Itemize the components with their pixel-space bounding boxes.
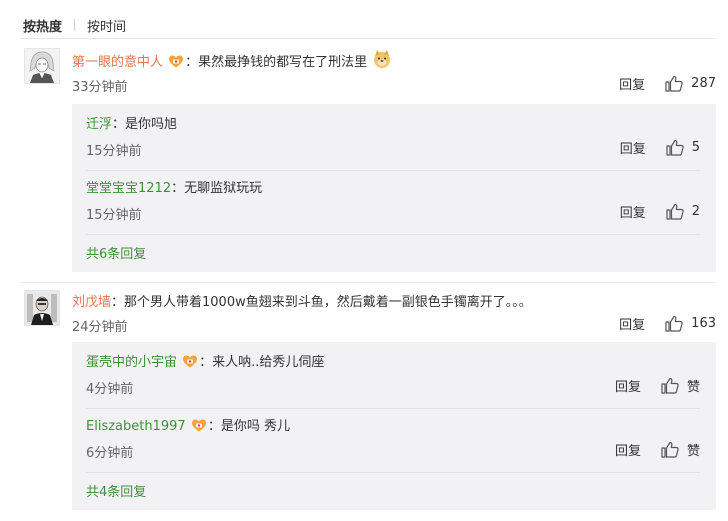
- sort-by-time-tab[interactable]: 按时间: [87, 16, 126, 35]
- reply-username[interactable]: 迁浮: [86, 117, 112, 132]
- more-replies-link[interactable]: 共6条回复: [86, 243, 146, 262]
- comment-username[interactable]: 第一眼的意中人: [72, 55, 163, 70]
- reply-list: 迁浮：是你吗旭 15分钟前 回复 5 堂堂宝宝1212：无聊监狱玩玩 15分钟前…: [72, 104, 716, 272]
- like-button[interactable]: 5: [666, 139, 700, 156]
- reply-divider: [86, 472, 700, 473]
- comment-body: ：那个男人带着1000w鱼翅来到斗鱼，然后戴着一副银色手镯离开了。。。: [111, 295, 532, 310]
- reply-text-line: 堂堂宝宝1212：无聊监狱玩玩: [86, 177, 262, 196]
- like-button[interactable]: 赞: [661, 376, 700, 395]
- thumbs-up-icon: [665, 75, 683, 92]
- comment-item: 刘戊墙：那个男人带着1000w鱼翅来到斗鱼，然后戴着一副银色手镯离开了。。。 2…: [20, 288, 716, 514]
- sort-divider: [74, 19, 76, 31]
- reply-item: 蛋壳中的小宇宙 ：来人呐..给秀儿伺座 4分钟前 回复 赞: [86, 351, 700, 401]
- reply-username[interactable]: Eliszabeth1997: [86, 419, 186, 434]
- thumbs-up-icon: [666, 203, 684, 220]
- vip-badge-icon: [182, 354, 198, 373]
- reply-body: ：来人呐..给秀儿伺座: [199, 355, 325, 370]
- reply-username[interactable]: 堂堂宝宝1212: [86, 181, 171, 196]
- reply-time: 6分钟前: [86, 446, 134, 461]
- reply-divider: [86, 408, 700, 409]
- reply-item: 迁浮：是你吗旭 15分钟前 回复 5: [86, 113, 700, 163]
- vip-badge-icon: [191, 418, 207, 437]
- comment-actions: 回复 287: [619, 74, 716, 93]
- comment-text-line: 第一眼的意中人 ：果然最挣钱的都写在了刑法里: [72, 49, 393, 73]
- thumbs-up-icon: [661, 441, 679, 458]
- comment-item: 第一眼的意中人 ：果然最挣钱的都写在了刑法里 33分钟前 回复 287 迁浮：是…: [20, 46, 716, 272]
- reply-button[interactable]: 回复: [619, 314, 645, 333]
- sort-divider-line: [20, 38, 716, 39]
- more-replies-link[interactable]: 共4条回复: [86, 481, 146, 500]
- reply-body: ：是你吗旭: [112, 117, 178, 132]
- like-button[interactable]: 163: [665, 315, 716, 332]
- comment-divider: [20, 282, 716, 283]
- like-button[interactable]: 2: [666, 203, 700, 220]
- reply-list: 蛋壳中的小宇宙 ：来人呐..给秀儿伺座 4分钟前 回复 赞 Eliszabeth…: [72, 342, 716, 510]
- comment-username[interactable]: 刘戊墙: [72, 295, 111, 310]
- reply-divider: [86, 234, 700, 235]
- thumbs-up-icon: [666, 139, 684, 156]
- reply-text-line: 迁浮：是你吗旭: [86, 113, 177, 132]
- reply-text-line: 蛋壳中的小宇宙 ：来人呐..给秀儿伺座: [86, 351, 324, 373]
- reply-text-line: Eliszabeth1997 ：是你吗 秀儿: [86, 415, 290, 437]
- reply-username[interactable]: 蛋壳中的小宇宙: [86, 355, 177, 370]
- comment-actions: 回复 163: [619, 314, 716, 333]
- reply-time: 4分钟前: [86, 382, 134, 397]
- comment-body: ：果然最挣钱的都写在了刑法里: [185, 55, 368, 70]
- sort-by-hot-tab[interactable]: 按热度: [23, 16, 62, 35]
- reply-button[interactable]: 回复: [615, 440, 641, 459]
- reply-item: 堂堂宝宝1212：无聊监狱玩玩 15分钟前 回复 2: [86, 177, 700, 227]
- comment-time: 24分钟前: [72, 320, 128, 335]
- like-count: 赞: [686, 444, 700, 459]
- reply-actions: 回复 赞: [615, 440, 700, 459]
- like-button[interactable]: 赞: [661, 440, 700, 459]
- like-count: 赞: [686, 380, 700, 395]
- like-count: 287: [691, 76, 716, 91]
- comment-time: 33分钟前: [72, 80, 128, 95]
- comment-text-line: 刘戊墙：那个男人带着1000w鱼翅来到斗鱼，然后戴着一副银色手镯离开了。。。: [72, 291, 532, 310]
- reply-body: ：无聊监狱玩玩: [171, 181, 263, 196]
- reply-actions: 回复 2: [620, 202, 700, 221]
- reply-actions: 回复 5: [620, 138, 700, 157]
- like-button[interactable]: 287: [665, 75, 716, 92]
- thumbs-up-icon: [661, 377, 679, 394]
- reply-button[interactable]: 回复: [620, 138, 646, 157]
- reply-item: Eliszabeth1997 ：是你吗 秀儿 6分钟前 回复 赞: [86, 415, 700, 465]
- avatar[interactable]: [24, 290, 60, 326]
- like-count: 5: [691, 140, 700, 155]
- reply-button[interactable]: 回复: [619, 74, 645, 93]
- vip-badge-icon: [168, 54, 184, 73]
- reply-time: 15分钟前: [86, 144, 142, 159]
- reply-divider: [86, 170, 700, 171]
- avatar[interactable]: [24, 48, 60, 84]
- reply-time: 15分钟前: [86, 208, 142, 223]
- doge-emoji-icon: [372, 49, 392, 73]
- like-count: 163: [691, 316, 716, 331]
- reply-body: ：是你吗 秀儿: [207, 419, 290, 434]
- thumbs-up-icon: [665, 315, 683, 332]
- reply-button[interactable]: 回复: [615, 376, 641, 395]
- reply-button[interactable]: 回复: [620, 202, 646, 221]
- sort-bar: 按热度 按时间: [23, 16, 126, 35]
- reply-actions: 回复 赞: [615, 376, 700, 395]
- like-count: 2: [691, 204, 700, 219]
